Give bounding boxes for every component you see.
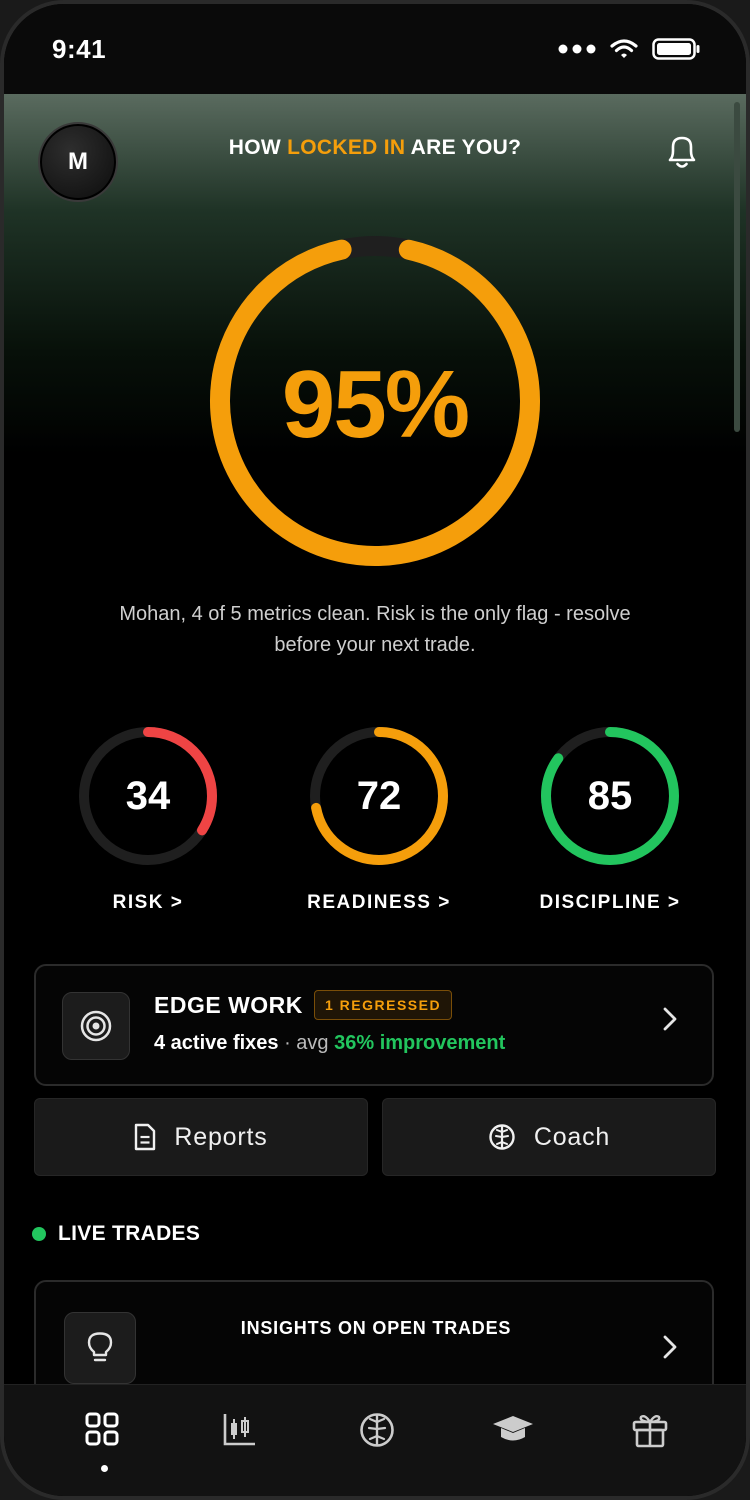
discipline-label: DISCIPLINE > [539, 892, 681, 913]
status-time: 9:41 [52, 34, 107, 64]
tab-dashboard[interactable] [72, 1411, 132, 1455]
edge-work-subtitle: 4 active fixes · avg 36% improvement [154, 1032, 505, 1055]
chevron-right-icon [662, 1006, 678, 1039]
battery-icon [652, 38, 700, 60]
tab-coach[interactable] [347, 1411, 407, 1455]
target-icon [80, 1010, 112, 1042]
discipline-value: 85 [587, 773, 633, 818]
tab-learn[interactable] [483, 1411, 543, 1455]
readiness-value: 72 [356, 773, 402, 818]
locked-in-score: 95% [281, 351, 470, 458]
brain-icon [360, 1413, 394, 1447]
metric-discipline[interactable]: 85 DISCIPLINE > [510, 724, 710, 914]
discipline-ring: 85 [538, 724, 682, 868]
reports-button[interactable]: Reports [34, 1098, 368, 1176]
phone-frame: 9:41 M HOW LOCKED IN ARE YOU? 95% Mohan,… [0, 0, 750, 1500]
candlestick-chart-icon [223, 1414, 255, 1446]
edge-work-card[interactable]: EDGE WORK 1 REGRESSED 4 active fixes · a… [34, 964, 714, 1086]
tab-charts[interactable] [210, 1411, 270, 1455]
score-summary: Mohan, 4 of 5 metrics clean. Risk is the… [119, 603, 631, 656]
bell-icon[interactable] [660, 130, 704, 174]
readiness-label: READINESS > [307, 892, 451, 913]
tab-rewards[interactable] [620, 1411, 680, 1455]
insights-card[interactable]: INSIGHTS ON OPEN TRADES [34, 1280, 714, 1384]
live-indicator [32, 1227, 46, 1241]
avg-separator: · avg [278, 1032, 335, 1054]
title-prefix: HOW [228, 136, 288, 159]
home-screen[interactable]: M HOW LOCKED IN ARE YOU? 95% Mohan, 4 of… [4, 94, 746, 1384]
title-accent: LOCKED IN [287, 136, 406, 159]
gift-icon [632, 1414, 668, 1448]
status-icons [558, 38, 700, 60]
bottom-tab-bar [4, 1384, 746, 1496]
coach-label: Coach [533, 1122, 611, 1151]
risk-value: 34 [125, 773, 171, 818]
insights-title: INSIGHTS ON OPEN TRADES [240, 1318, 512, 1338]
improvement-value: 36% improvement [334, 1032, 506, 1054]
wifi-icon [610, 39, 638, 58]
risk-ring: 34 [76, 724, 220, 868]
live-trades-heading: LIVE TRADES [32, 1222, 200, 1246]
active-fixes: 4 active fixes [154, 1032, 279, 1054]
edge-work-icon-box [62, 992, 130, 1060]
coach-button[interactable]: Coach [382, 1098, 716, 1176]
regressed-badge: 1 REGRESSED [314, 990, 453, 1020]
readiness-ring: 72 [307, 724, 451, 868]
cellular-signal-icon [558, 44, 596, 54]
chevron-right-icon [662, 1334, 678, 1367]
title-suffix: ARE YOU? [405, 136, 522, 159]
metric-readiness[interactable]: 72 READINESS > [279, 724, 479, 914]
status-bar: 9:41 [4, 4, 746, 94]
edge-work-title: EDGE WORK [154, 992, 303, 1018]
document-icon [135, 1123, 156, 1151]
graduation-cap-icon [493, 1416, 533, 1441]
active-tab-indicator [101, 1465, 108, 1472]
risk-label: RISK > [112, 892, 184, 913]
avatar[interactable]: M [38, 122, 118, 202]
page-title: HOW LOCKED IN ARE YOU? [4, 136, 746, 160]
live-trades-label: LIVE TRADES [58, 1222, 201, 1245]
dashboard-icon [85, 1412, 119, 1446]
reports-label: Reports [174, 1122, 268, 1151]
brain-icon [489, 1124, 515, 1150]
metric-risk[interactable]: 34 RISK > [48, 724, 248, 914]
